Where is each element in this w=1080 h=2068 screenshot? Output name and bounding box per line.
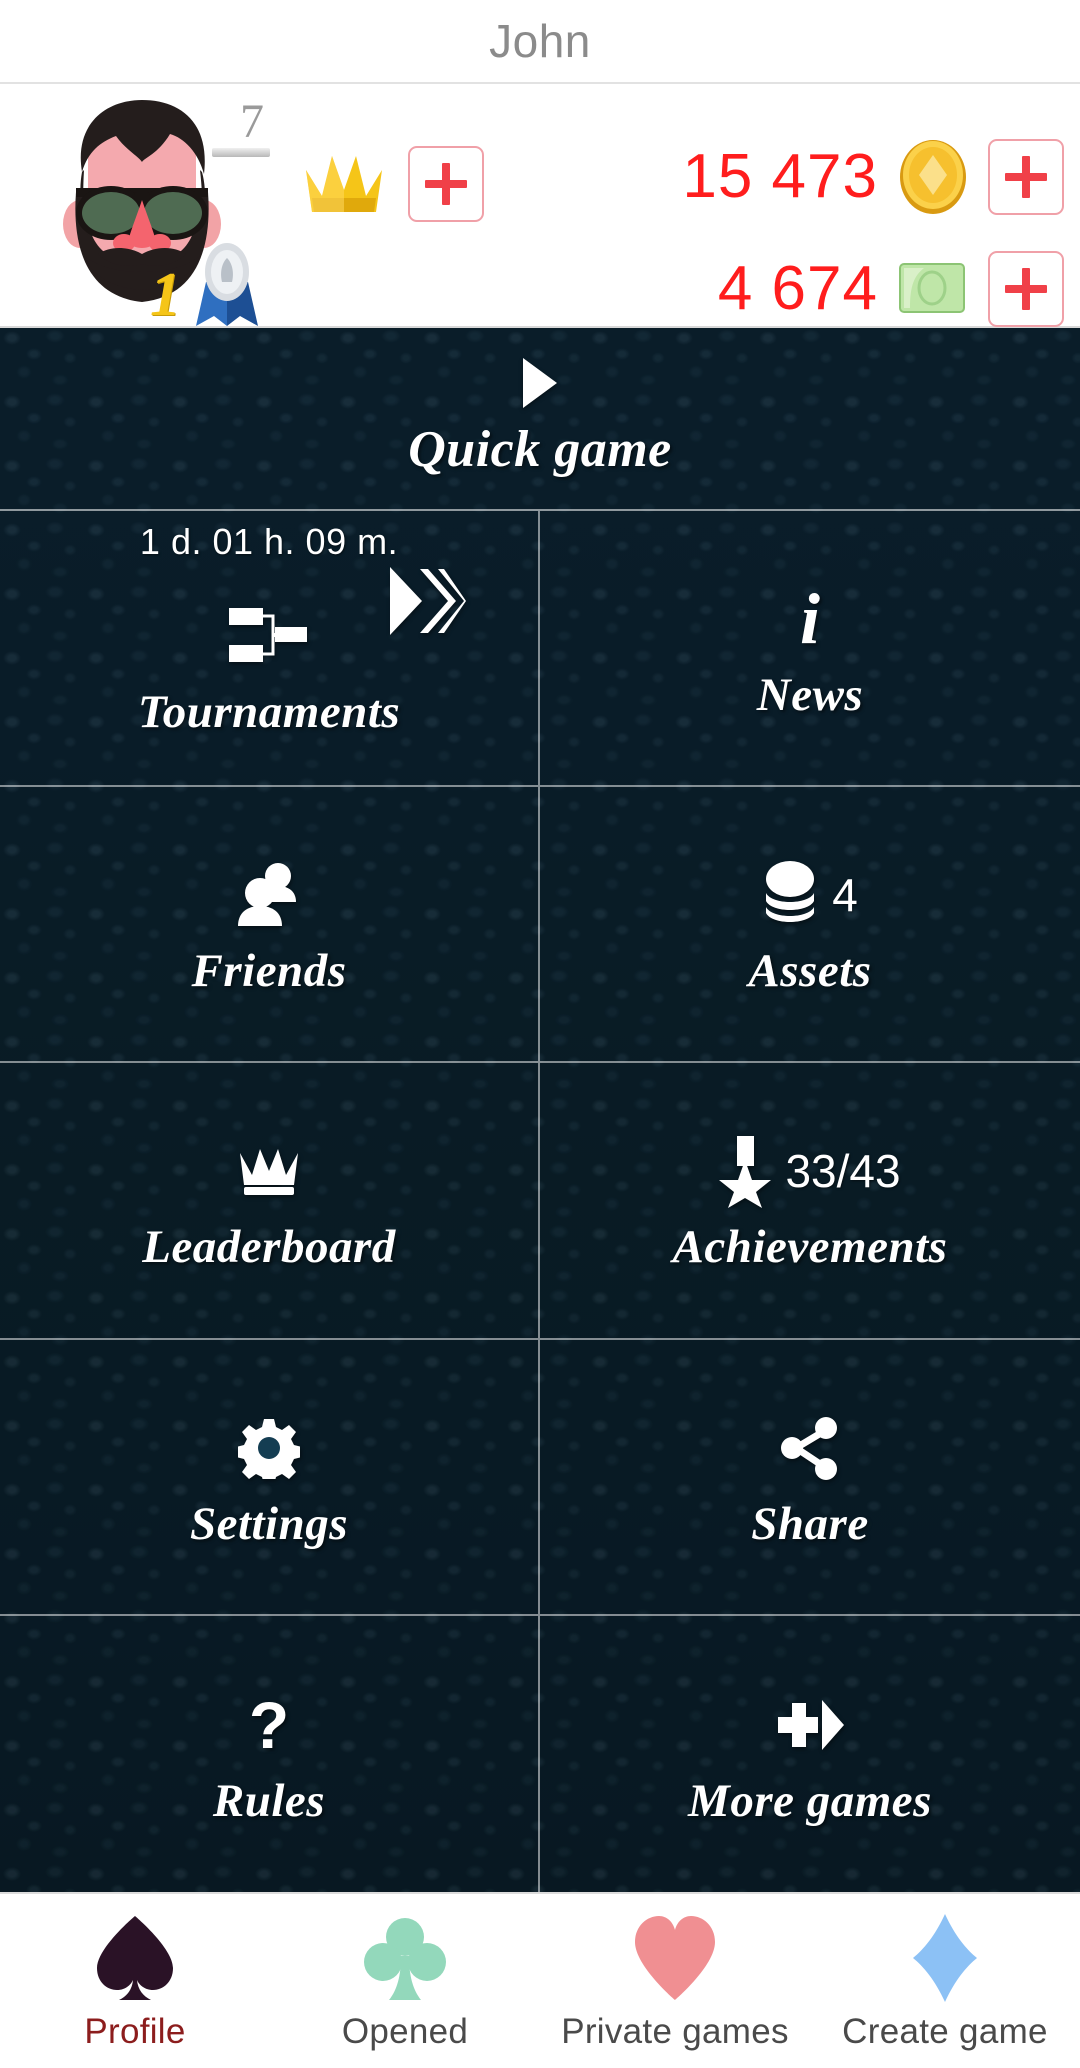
tab-opened[interactable]: Opened <box>270 1894 540 2068</box>
add-money-button[interactable] <box>988 251 1064 327</box>
ribbon-medal-icon <box>196 243 258 326</box>
tournaments-timer: 1 d. 01 h. 09 m. <box>139 521 399 562</box>
avatar-level-badge: 7 <box>240 95 264 148</box>
achievements-count: 33/43 <box>785 1145 901 1198</box>
banknote-icon <box>899 263 965 313</box>
profile-header: 7 1 15 473 4 674 <box>0 84 1080 328</box>
avatar-level-line <box>212 148 270 157</box>
coin-stack-icon <box>766 861 815 923</box>
tab-profile[interactable]: Profile <box>0 1894 270 2068</box>
tournaments-chevron <box>386 563 466 644</box>
tournaments-label: Tournaments <box>137 686 401 739</box>
question-mark-icon: ? <box>248 1687 290 1762</box>
tab-private-games[interactable]: Private games <box>540 1894 810 2068</box>
menu-item-leaderboard[interactable]: Leaderboard <box>0 1063 540 1340</box>
tab-create-game[interactable]: Create game <box>810 1894 1080 2068</box>
menu-item-achievements[interactable]: 33/43 Achievements <box>540 1063 1080 1340</box>
more-games-label: More games <box>688 1774 932 1827</box>
play-triangle-icon <box>523 358 557 408</box>
currency-group: 15 473 4 674 <box>682 130 1064 336</box>
arrow-cross-right-icon <box>778 1699 844 1750</box>
currency-row-money: 4 674 <box>682 242 1064 336</box>
people-icon <box>238 863 296 927</box>
add-coins-button[interactable] <box>988 139 1064 215</box>
menu-item-more-games[interactable]: More games <box>540 1616 1080 1892</box>
add-crown-button[interactable] <box>408 146 484 222</box>
spade-suit-icon <box>87 1910 183 2006</box>
menu-item-friends[interactable]: Friends <box>0 787 540 1064</box>
gold-coin-icon <box>900 140 966 214</box>
tab-private-games-label: Private games <box>561 2012 789 2051</box>
friends-label: Friends <box>191 945 347 998</box>
quick-game-button[interactable]: Quick game <box>0 328 1080 511</box>
menu-item-settings[interactable]: Settings <box>0 1339 540 1616</box>
app-root: John 7 1 15 473 4 674 Quick game 1 d. 01… <box>0 0 1080 2068</box>
settings-label: Settings <box>189 1497 349 1550</box>
achievements-label: Achievements <box>672 1221 948 1274</box>
assets-label: Assets <box>748 945 872 998</box>
medal-star-icon <box>719 1136 772 1209</box>
heart-suit-icon <box>627 1910 723 2006</box>
menu-item-rules[interactable]: ? Rules <box>0 1615 540 1892</box>
news-label: News <box>756 669 864 722</box>
menu-item-assets[interactable]: 4 Assets <box>540 787 1080 1064</box>
bottom-tab-bar: Profile Opened Private games Create game <box>0 1892 1080 2068</box>
menu-grid: 1 d. 01 h. 09 m. Tournaments i News Frie… <box>0 511 1080 1892</box>
money-balance: 4 674 <box>717 254 878 323</box>
leaderboard-label: Leaderboard <box>142 1221 396 1274</box>
tab-opened-label: Opened <box>341 2012 469 2051</box>
crown-icon <box>306 156 382 212</box>
coin-balance: 15 473 <box>682 142 878 211</box>
share-nodes-icon <box>781 1416 837 1480</box>
assets-count: 4 <box>832 869 858 922</box>
crown-icon <box>240 1149 298 1196</box>
quick-game-label: Quick game <box>408 421 672 478</box>
triple-chevron-right-icon <box>390 567 466 635</box>
diamond-suit-icon <box>897 1910 993 2006</box>
crown-group <box>300 146 484 222</box>
page-title: John <box>489 15 591 67</box>
club-suit-icon <box>357 1910 453 2006</box>
tournament-bracket-icon <box>229 608 307 663</box>
tab-profile-label: Profile <box>84 2012 186 2051</box>
menu-item-tournaments[interactable]: 1 d. 01 h. 09 m. Tournaments <box>0 511 540 788</box>
tab-create-game-label: Create game <box>842 2012 1048 2051</box>
menu-item-news[interactable]: i News <box>540 511 1080 788</box>
menu-item-share[interactable]: Share <box>540 1340 1080 1616</box>
gear-icon <box>238 1418 300 1479</box>
currency-row-coins: 15 473 <box>682 130 1064 224</box>
rules-label: Rules <box>212 1774 326 1827</box>
main-menu: Quick game 1 d. 01 h. 09 m. Tournaments … <box>0 328 1080 1892</box>
title-bar: John <box>0 0 1080 84</box>
info-i-icon: i <box>799 578 820 659</box>
avatar[interactable]: 7 1 <box>34 86 270 328</box>
share-label: Share <box>751 1497 869 1550</box>
avatar-rank-number: 1 <box>150 261 181 329</box>
